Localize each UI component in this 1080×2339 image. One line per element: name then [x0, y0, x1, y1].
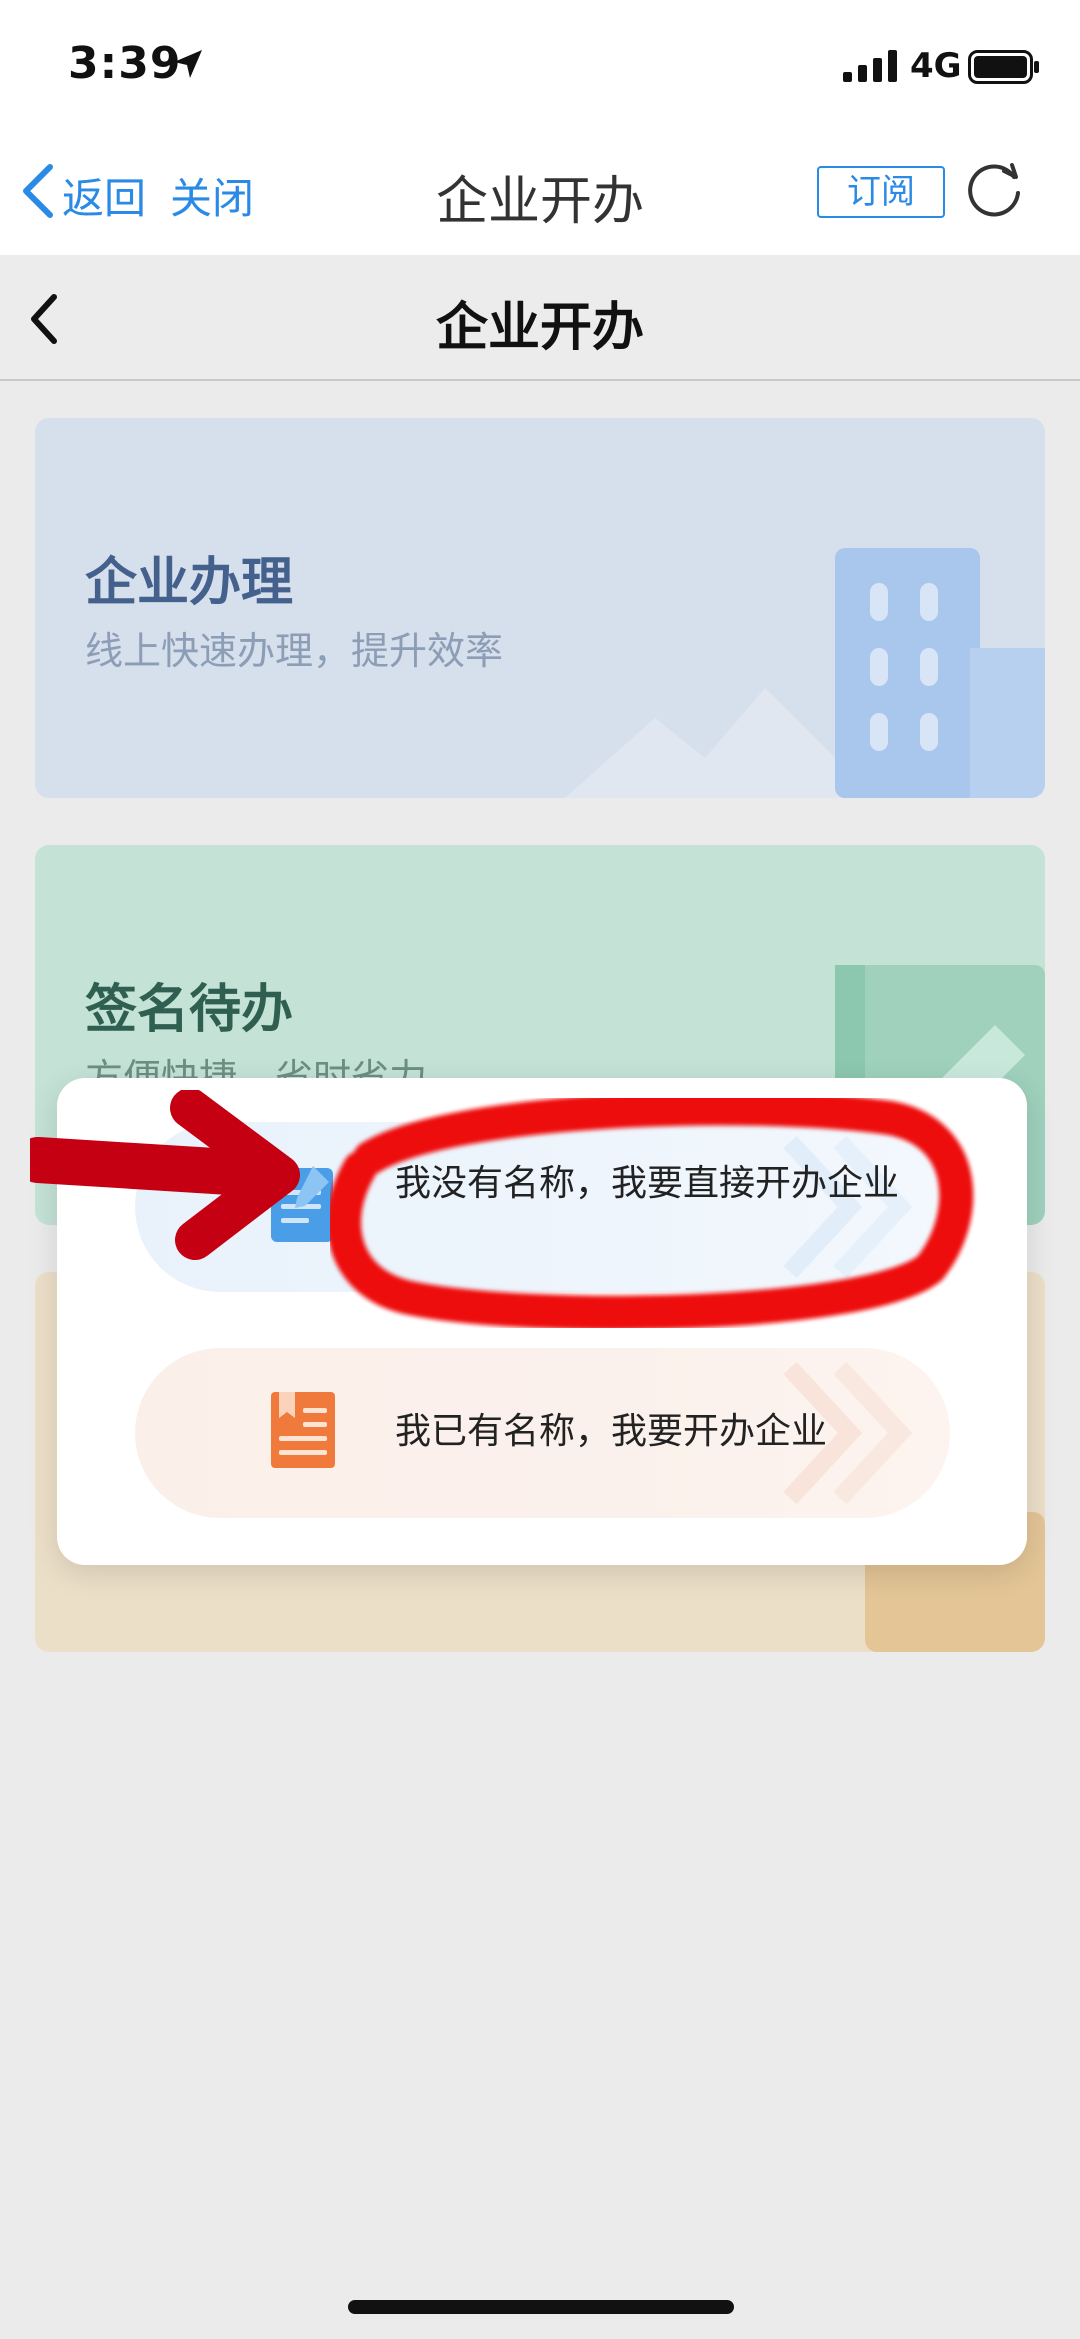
back-chevron-icon[interactable] [18, 161, 58, 221]
home-indicator[interactable] [348, 2300, 734, 2314]
network-type: 4G [910, 46, 962, 86]
battery-icon [968, 50, 1039, 84]
document-edit-icon [271, 1166, 333, 1242]
status-time: 3:39 [68, 38, 182, 89]
nav-bar: 返回 关闭 企业开办 订阅 [0, 135, 1080, 255]
close-button[interactable]: 关闭 [170, 165, 254, 226]
option-no-name-start-directly[interactable]: 我没有名称，我要直接开办企业 [135, 1122, 950, 1292]
back-button[interactable]: 返回 [62, 165, 146, 226]
option-has-name-start-business[interactable]: 我已有名称，我要开办企业 [135, 1348, 950, 1518]
status-bar: 3:39 4G [0, 0, 1080, 135]
bookmark-document-icon [271, 1392, 335, 1468]
refresh-icon[interactable] [962, 157, 1026, 221]
subscribe-button[interactable]: 订阅 [817, 166, 945, 218]
signal-bars-icon [843, 50, 897, 82]
option-label: 我没有名称，我要直接开办企业 [395, 1163, 900, 1204]
location-arrow-icon [174, 50, 202, 78]
option-label: 我已有名称，我要开办企业 [395, 1411, 828, 1452]
start-business-modal: 我没有名称，我要直接开办企业 我已有名称，我要开办企业 [57, 1078, 1027, 1565]
